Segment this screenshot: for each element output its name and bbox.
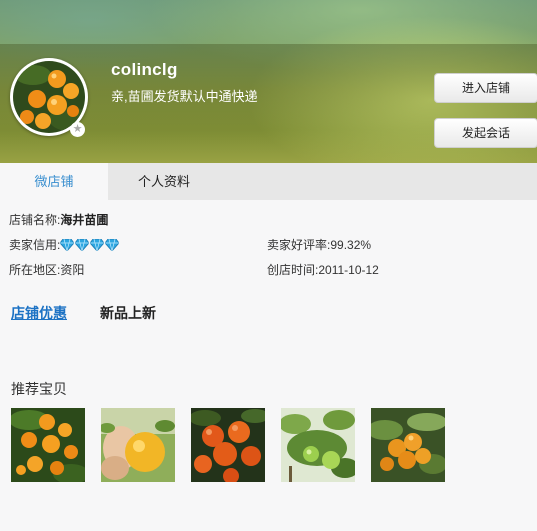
shop-name-value: 海井苗圃 (60, 213, 109, 227)
start-chat-button[interactable]: 发起会话 (434, 118, 537, 148)
enter-shop-button[interactable]: 进入店铺 (434, 73, 537, 103)
credit-label: 卖家信用: (9, 238, 61, 252)
rating-row: 卖家好评率:99.32% (267, 236, 371, 253)
product-thumb-orange-in-hand[interactable] (101, 408, 175, 482)
shop-id: colinclg (111, 60, 178, 79)
region-row: 所在地区:资阳 (9, 261, 84, 278)
tab-profile[interactable]: 个人资料 (108, 163, 220, 200)
tab-micro-shop[interactable]: 微店铺 (0, 163, 108, 200)
shop-notice: 亲,苗圃发货默认中通快递 (111, 89, 258, 104)
rating-label: 卖家好评率: (267, 238, 331, 252)
product-thumb-green-citrus[interactable] (281, 408, 355, 482)
product-thumb-loquats[interactable] (371, 408, 445, 482)
diamond-icon (60, 239, 75, 251)
diamond-icon (75, 239, 90, 251)
new-arrivals-link[interactable]: 新品上新 (100, 303, 156, 323)
shop-promo-link[interactable]: 店铺优惠 (11, 303, 67, 323)
region-label: 所在地区: (9, 263, 61, 277)
diamond-icon (90, 239, 105, 251)
opened-label: 创店时间: (267, 263, 319, 277)
product-thumb-tangerines[interactable] (191, 408, 265, 482)
product-thumb-orange-tree[interactable] (11, 408, 85, 482)
recommend-title: 推荐宝贝 (11, 381, 67, 397)
shop-name-row: 店铺名称:海井苗圃 (9, 211, 108, 228)
shop-name-label: 店铺名称: (9, 213, 61, 227)
opened-value: 2011-10-12 (318, 263, 379, 277)
region-value: 资阳 (60, 263, 85, 277)
opened-row: 创店时间:2011-10-12 (267, 261, 379, 278)
star-icon: ★ (70, 122, 85, 137)
diamond-icon (105, 239, 120, 251)
credit-diamonds (60, 239, 120, 254)
tab-bar: 微店铺 个人资料 (0, 163, 537, 200)
credit-row: 卖家信用: (9, 236, 120, 254)
rating-value: 99.32% (330, 238, 372, 252)
